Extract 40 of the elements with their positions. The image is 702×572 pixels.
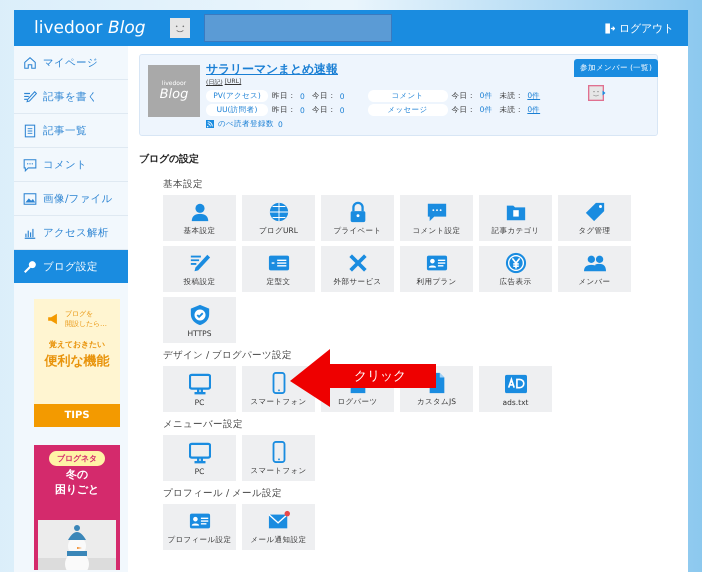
chat-bubble-icon — [23, 158, 37, 172]
sidebar-item[interactable]: 記事を書く — [14, 80, 128, 114]
thumbnail-text: Blog — [160, 87, 188, 102]
yen-coin-icon — [504, 252, 526, 274]
sidebar-item[interactable]: 記事一覧 — [14, 114, 128, 148]
ad-icon — [504, 373, 526, 395]
section-heading: プロフィール / メール設定 — [163, 487, 284, 500]
shield-check-icon — [188, 304, 210, 326]
section-heading: メニューバー設定 — [163, 418, 244, 431]
pencil-icon — [23, 90, 37, 104]
banner-footer: TIPS — [34, 404, 120, 427]
tag-icon — [584, 201, 606, 223]
pencil-icon — [188, 252, 210, 274]
banner-title: 冬の — [66, 468, 88, 482]
monitor-icon — [188, 373, 210, 395]
section-heading: デザイン / ブログパーツ設定 — [163, 349, 294, 362]
monitor-icon — [188, 442, 210, 464]
rss-icon — [206, 120, 214, 128]
blog-title-link[interactable]: サラリーマンまとめ速報 — [206, 61, 544, 78]
banner-title: 困りごと — [55, 483, 99, 496]
logout-link[interactable]: ログアウト — [604, 20, 674, 36]
blog-neta-banner[interactable]: ブログネタ 冬の 困りごと — [34, 445, 120, 570]
member-avatar-icon[interactable] — [588, 85, 604, 101]
document-icon — [23, 124, 37, 138]
sidebar-item[interactable]: ブログ設定 — [14, 250, 128, 283]
logo: livedoor Blog — [34, 18, 147, 38]
image-icon — [23, 192, 37, 206]
door-icon — [604, 22, 615, 34]
globe-icon — [268, 201, 290, 223]
section-title: ブログの設定 — [139, 152, 200, 166]
sidebar-item[interactable]: マイページ — [14, 46, 128, 80]
sidebar-item[interactable]: コメント — [14, 148, 128, 182]
sidebar-item[interactable]: 画像/ファイル — [14, 182, 128, 216]
house-icon — [23, 56, 37, 70]
banner-title: 便利な機能 — [44, 353, 110, 370]
banner-subtitle: 覚えておきたい — [49, 339, 105, 350]
banner-tag: ブログネタ — [49, 451, 105, 466]
chat-bubble-icon — [426, 201, 448, 223]
section-heading: 基本設定 — [163, 178, 204, 191]
caret-icon[interactable] — [601, 90, 607, 96]
